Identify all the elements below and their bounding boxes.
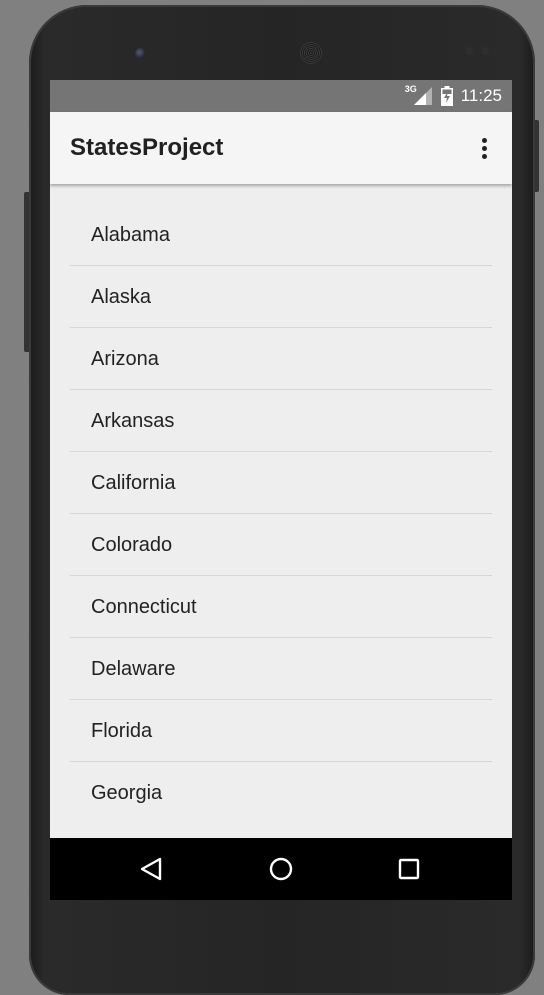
status-indicators: 3G 11:25 xyxy=(405,80,502,112)
battery-icon xyxy=(440,86,453,106)
states-list: Alabama Alaska Arizona Arkansas California Co… xyxy=(70,204,492,824)
list-item[interactable]: California xyxy=(70,452,492,514)
front-camera xyxy=(135,48,146,59)
list-item[interactable]: Delaware xyxy=(70,638,492,700)
list-item[interactable]: Georgia xyxy=(70,762,492,824)
status-bar: 3G 11:25 xyxy=(50,80,512,112)
navigation-bar xyxy=(50,838,512,900)
back-icon[interactable] xyxy=(136,853,168,885)
app-title: StatesProject xyxy=(70,134,224,161)
earpiece-speaker xyxy=(300,42,322,64)
recents-icon[interactable] xyxy=(393,853,425,885)
list-item[interactable]: Alaska xyxy=(70,266,492,328)
phone-screen: 3G 11:25 StatesProject Alabama Alaska Ariz… xyxy=(50,80,512,900)
proximity-sensors xyxy=(465,47,495,57)
list-item[interactable]: Florida xyxy=(70,700,492,762)
list-item[interactable]: Colorado xyxy=(70,514,492,576)
list-item[interactable]: Connecticut xyxy=(70,576,492,638)
overflow-menu-icon[interactable] xyxy=(472,136,496,160)
network-type-label: 3G xyxy=(404,84,417,94)
app-bar: StatesProject xyxy=(50,112,512,184)
clock: 11:25 xyxy=(460,86,502,105)
list-item[interactable]: Alabama xyxy=(70,204,492,266)
home-icon[interactable] xyxy=(265,853,297,885)
list-item[interactable]: Arizona xyxy=(70,328,492,390)
list-item[interactable]: Arkansas xyxy=(70,390,492,452)
